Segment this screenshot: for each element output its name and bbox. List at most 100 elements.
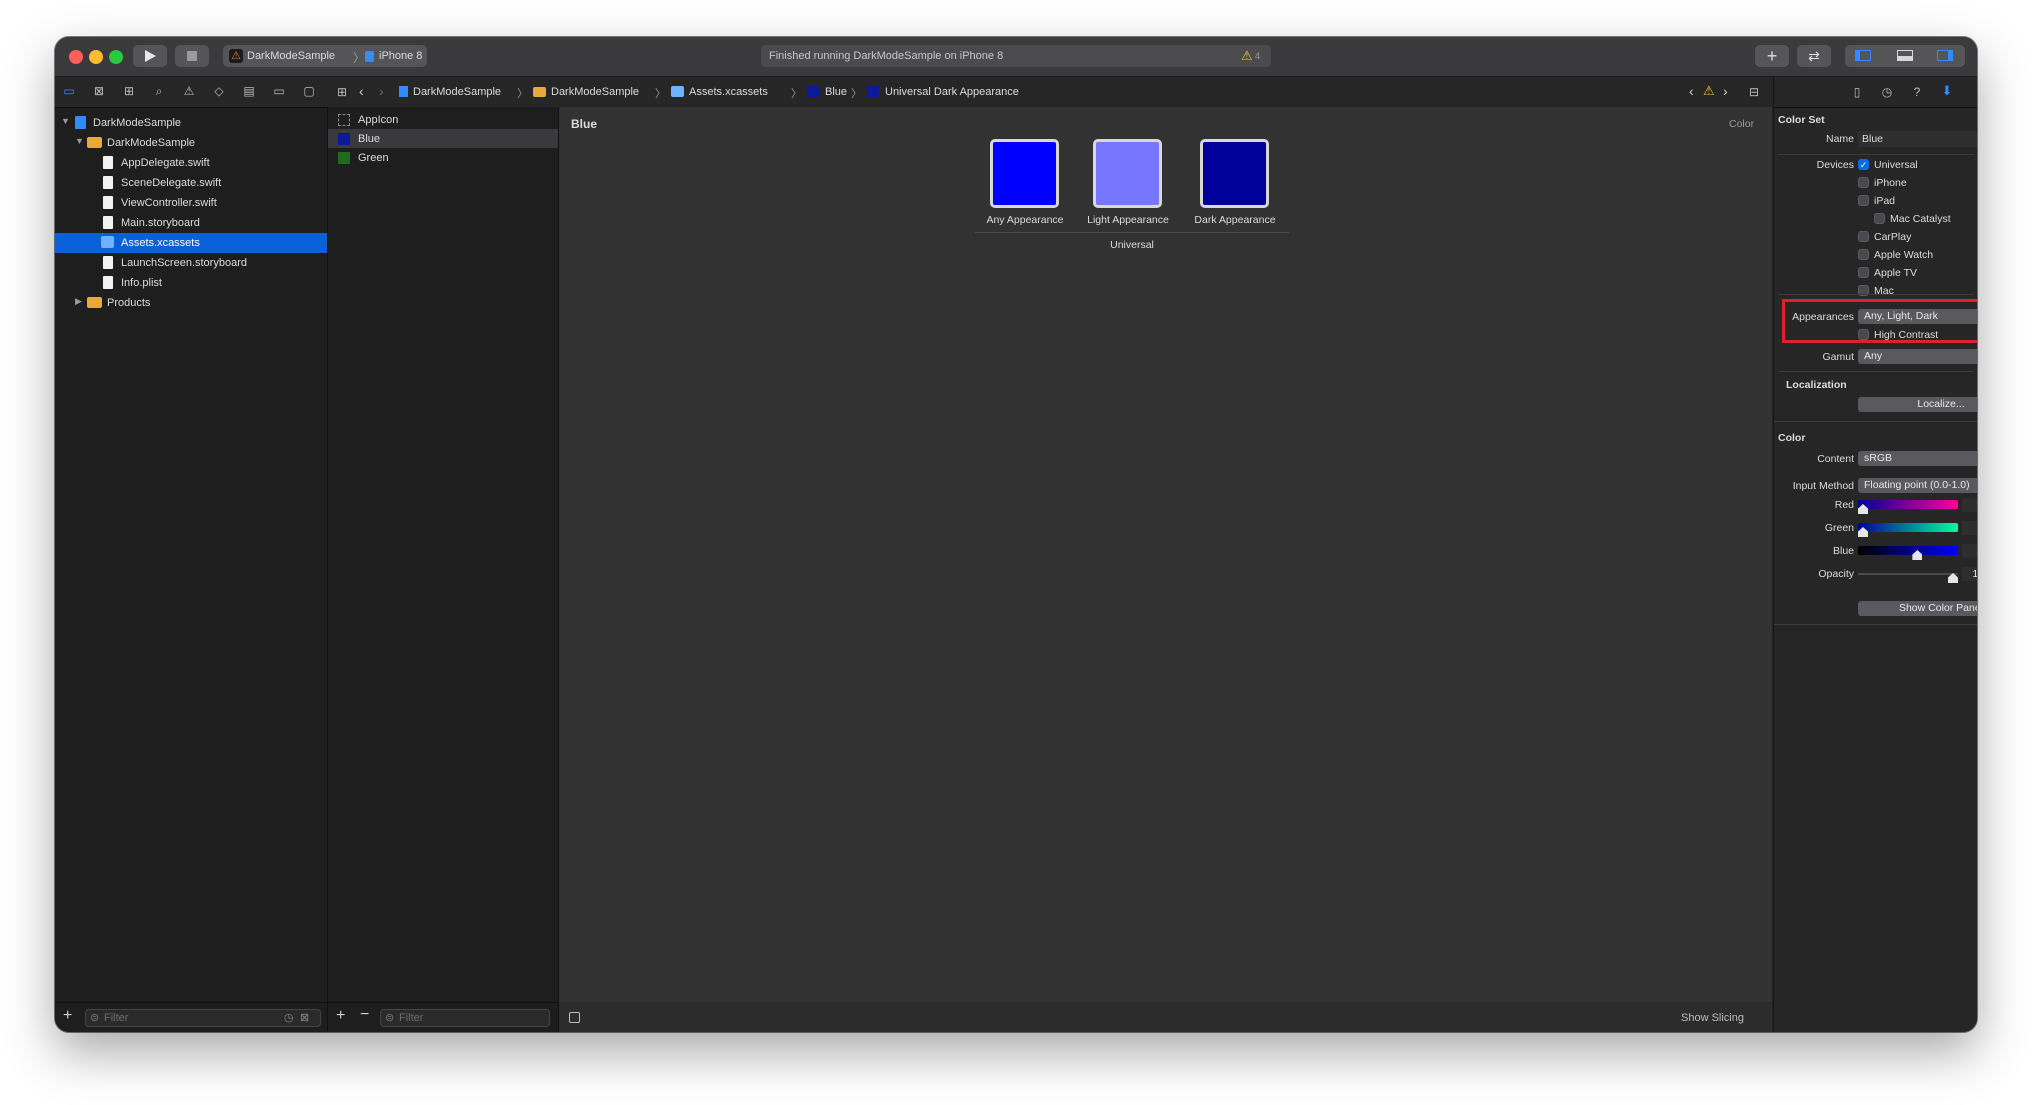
localize-button[interactable]: Localize... (1858, 397, 1977, 412)
asset-row[interactable]: AppIcon (328, 110, 558, 129)
gamut-popup[interactable]: Any ⇕ (1858, 349, 1977, 364)
device-label: Mac (1874, 285, 1894, 297)
channel-label: Green (1824, 522, 1854, 534)
channel-value-field[interactable]: 0.000 (1962, 498, 1977, 512)
zoom-window-button[interactable] (109, 50, 123, 64)
xcode-window: ⚠ DarkModeSample 〉 iPhone 8 Finished run… (55, 37, 1977, 1032)
tree-row[interactable]: Main.storyboard (55, 213, 327, 233)
device-checkbox[interactable] (1858, 195, 1869, 206)
channel-value-field[interactable]: 0.604 (1962, 544, 1977, 558)
dark-appearance-swatch[interactable] (1200, 139, 1269, 208)
asset-row[interactable]: Green (328, 148, 558, 167)
tree-row[interactable]: SceneDelegate.swift (55, 173, 327, 193)
breadcrumb-item[interactable]: Blue (825, 86, 847, 98)
divider (1774, 624, 1977, 625)
device-checkbox[interactable] (1858, 249, 1869, 260)
add-icon[interactable]: + (336, 1007, 345, 1025)
breadcrumb-item[interactable]: Assets.xcassets (689, 86, 768, 98)
next-issue-icon[interactable]: › (1723, 83, 1728, 99)
tree-row[interactable]: ▶ Products (55, 293, 327, 313)
file-inspector-icon[interactable]: ▯ (1850, 84, 1864, 100)
outline-toggle-icon[interactable] (569, 1012, 580, 1023)
input-method-popup[interactable]: Floating point (0.0-1.0) ⇕ (1858, 478, 1977, 493)
content-popup[interactable]: sRGB ⇕ (1858, 451, 1977, 466)
disclosure-open-icon[interactable]: ▼ (61, 116, 70, 126)
code-review-button[interactable]: ⇄ (1797, 45, 1831, 67)
run-button[interactable] (133, 45, 167, 67)
stop-icon (187, 51, 197, 61)
attributes-inspector-icon[interactable]: ⬇ (1940, 83, 1954, 99)
disclosure-closed-icon[interactable]: ▶ (75, 296, 82, 307)
light-appearance-swatch[interactable] (1093, 139, 1162, 208)
inspector-toggle-icon[interactable] (1937, 50, 1953, 61)
report-icon[interactable]: ▢ (301, 83, 317, 99)
back-icon[interactable]: ‹ (359, 83, 364, 99)
tree-row[interactable]: ViewController.swift (55, 193, 327, 213)
device-checkbox[interactable] (1858, 267, 1869, 278)
breadcrumb-item[interactable]: Universal Dark Appearance (885, 86, 1019, 98)
tree-row-selected[interactable]: Assets.xcassets (55, 233, 327, 253)
source-control-filter-icon[interactable]: ⊠ (300, 1010, 309, 1026)
source-control-icon[interactable]: ⊠ (91, 83, 107, 99)
tree-item-label: SceneDelegate.swift (121, 177, 222, 189)
search-icon[interactable]: ⌕ (151, 83, 167, 99)
previous-issue-icon[interactable]: ‹ (1689, 83, 1694, 99)
breadcrumb-item[interactable]: DarkModeSample (413, 86, 501, 98)
tree-row[interactable]: LaunchScreen.storyboard (55, 253, 327, 273)
tree-row[interactable]: AppDelegate.swift (55, 153, 327, 173)
channel-value-field[interactable]: 0.000 (1962, 521, 1977, 535)
any-appearance-swatch[interactable] (990, 139, 1059, 208)
channel-slider[interactable] (1858, 546, 1958, 555)
issue-icon[interactable]: ⚠ (181, 83, 197, 99)
navigator-toggle-icon[interactable] (1855, 50, 1871, 61)
show-slicing-button[interactable]: Show Slicing (1681, 1012, 1744, 1024)
asset-row-selected[interactable]: Blue (328, 129, 558, 148)
filter-icon: ⊜ (385, 1012, 395, 1024)
channel-slider[interactable] (1858, 573, 1958, 575)
navigator-filter-input[interactable]: ⊜ Filter ◷ ⊠ (85, 1009, 321, 1027)
activity-view[interactable]: Finished running DarkModeSample on iPhon… (761, 45, 1271, 67)
device-checkbox[interactable] (1858, 231, 1869, 242)
editor-options-icon[interactable]: ⊟ (1747, 84, 1761, 100)
breakpoint-icon[interactable]: ▭ (271, 83, 287, 99)
warning-icon[interactable]: ⚠ (1703, 83, 1715, 99)
test-icon[interactable]: ◇ (211, 83, 227, 99)
remove-icon[interactable]: − (360, 1006, 369, 1024)
breadcrumb-item[interactable]: DarkModeSample (551, 86, 639, 98)
forward-icon[interactable]: › (379, 83, 384, 99)
device-checkbox[interactable]: ✓ (1858, 159, 1869, 170)
asset-filter-bar: + − ⊜ Filter (328, 1002, 558, 1032)
tree-row[interactable]: ▼ DarkModeSample (55, 113, 327, 133)
help-inspector-icon[interactable]: ? (1910, 84, 1924, 100)
channel-value-field[interactable]: 100.0% (1962, 567, 1977, 581)
channel-slider[interactable] (1858, 500, 1958, 509)
high-contrast-checkbox[interactable] (1858, 329, 1869, 340)
disclosure-open-icon[interactable]: ▼ (75, 136, 84, 146)
show-color-panel-button[interactable]: Show Color Panel (1858, 601, 1977, 616)
asset-filter-input[interactable]: ⊜ Filter (380, 1009, 550, 1027)
close-window-button[interactable] (69, 50, 83, 64)
scheme-selector[interactable]: ⚠ DarkModeSample 〉 iPhone 8 (223, 45, 427, 67)
stop-button[interactable] (175, 45, 209, 67)
minimize-window-button[interactable] (89, 50, 103, 64)
folder-icon[interactable]: ▭ (61, 83, 77, 99)
add-icon[interactable]: + (63, 1007, 72, 1025)
warning-icon[interactable]: ⚠ (1241, 48, 1253, 64)
name-field[interactable]: Blue ⊖ (1858, 131, 1977, 147)
channel-slider[interactable] (1858, 523, 1958, 532)
related-items-icon[interactable]: ⊞ (335, 84, 349, 100)
devices-label: Devices (1816, 159, 1854, 171)
appearances-popup[interactable]: Any, Light, Dark ⇕ (1858, 309, 1977, 324)
library-button[interactable]: + (1755, 45, 1789, 67)
device-checkbox[interactable] (1858, 177, 1869, 188)
recent-files-icon[interactable]: ◷ (284, 1010, 294, 1026)
device-label: Apple Watch (1874, 249, 1934, 261)
debug-icon[interactable]: ▤ (241, 83, 257, 99)
tree-row[interactable]: ▼ DarkModeSample (55, 133, 327, 153)
asset-type-label: Color (1729, 118, 1755, 130)
debug-area-toggle-icon[interactable] (1897, 50, 1913, 61)
symbol-icon[interactable]: ⊞ (121, 83, 137, 99)
device-checkbox[interactable] (1874, 213, 1885, 224)
history-inspector-icon[interactable]: ◷ (1880, 84, 1894, 100)
tree-row[interactable]: Info.plist (55, 273, 327, 293)
